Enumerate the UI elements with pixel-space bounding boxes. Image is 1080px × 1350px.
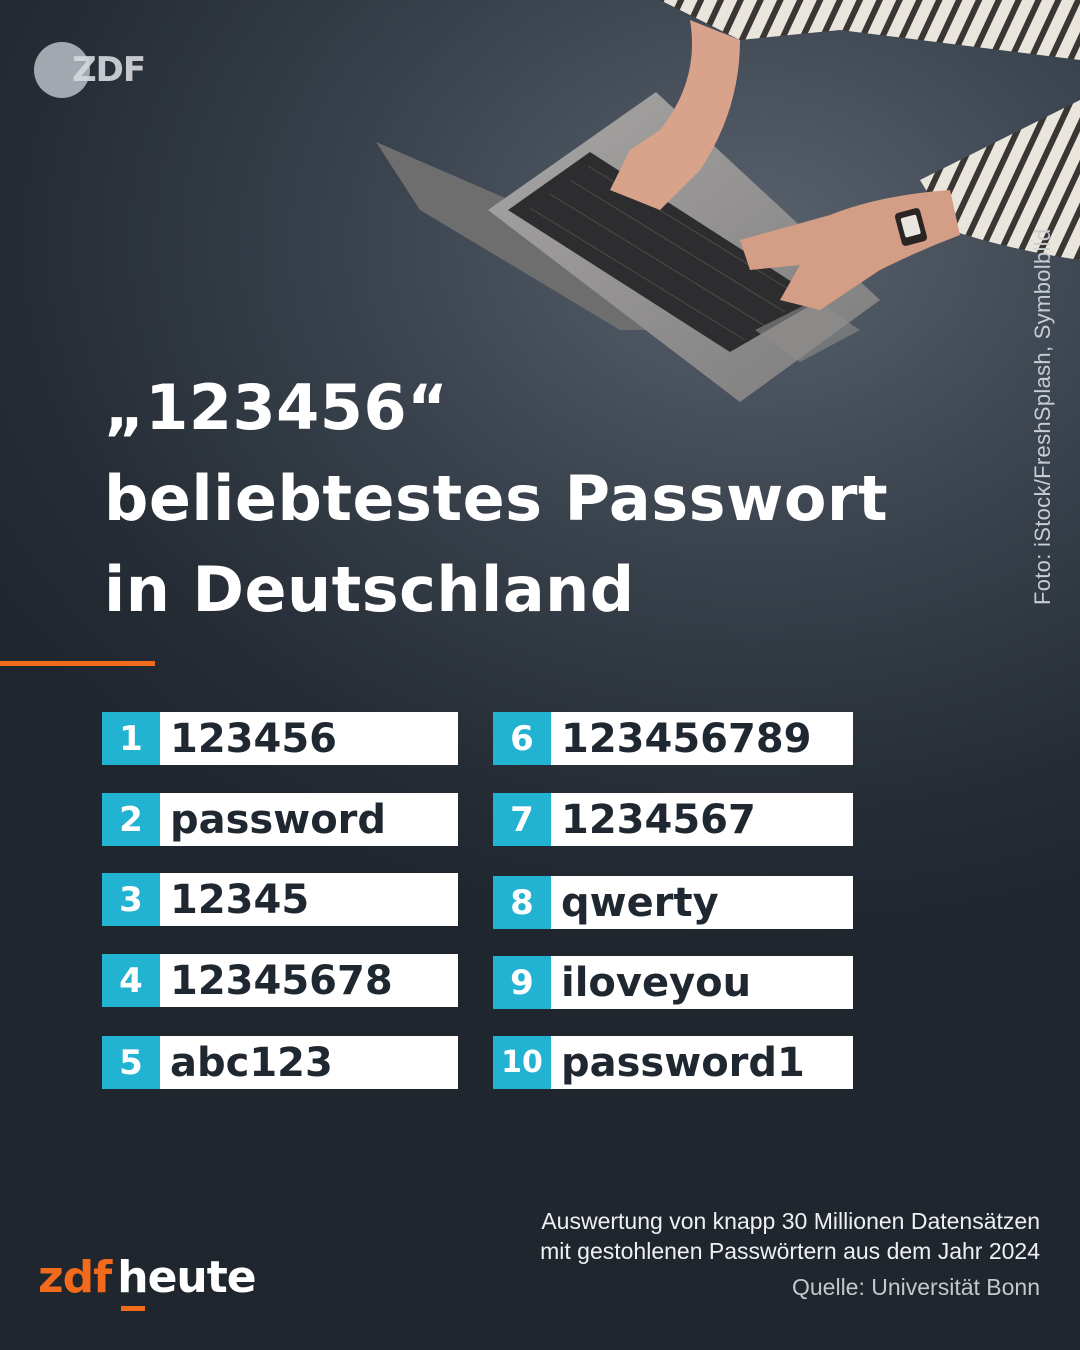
- ranking-item-10: 10 password1: [493, 1036, 853, 1089]
- rank-number: 6: [493, 712, 551, 765]
- zdf-logo: ZDF: [34, 40, 146, 100]
- headline-line-3: in Deutschland: [104, 553, 635, 626]
- brand-heute: heute: [117, 1252, 257, 1311]
- zdfheute-logo: zdf heute: [38, 1252, 257, 1311]
- brand-underline: [121, 1306, 146, 1311]
- ranking-item-2: 2 password: [102, 793, 458, 846]
- ranking-item-5: 5 abc123: [102, 1036, 458, 1089]
- rank-number: 2: [102, 793, 160, 846]
- rank-number: 4: [102, 954, 160, 1007]
- rank-password: iloveyou: [551, 956, 853, 1009]
- source-description-line-2: mit gestohlenen Passwörtern aus dem Jahr…: [540, 1238, 1040, 1264]
- rank-password: password1: [551, 1036, 853, 1089]
- ranking-item-9: 9 iloveyou: [493, 956, 853, 1009]
- ranking-item-6: 6 123456789: [493, 712, 853, 765]
- zdf-logo-text: ZDF: [72, 50, 146, 90]
- rank-password: 123456789: [551, 712, 853, 765]
- brand-zdf: zdf: [38, 1252, 112, 1303]
- ranking-item-3: 3 12345: [102, 873, 458, 926]
- source-description: Auswertung von knapp 30 Millionen Datens…: [540, 1206, 1040, 1266]
- ranking-item-8: 8 qwerty: [493, 876, 853, 929]
- laptop-photo: [376, 0, 1080, 402]
- ranking-item-4: 4 12345678: [102, 954, 458, 1007]
- source-credit: Quelle: Universität Bonn: [791, 1274, 1040, 1300]
- rank-password: qwerty: [551, 876, 853, 929]
- rank-password: 12345: [160, 873, 458, 926]
- photo-credit: Foto: iStock/FreshSplash, Symbolbild: [1030, 228, 1055, 605]
- ranking-item-7: 7 1234567: [493, 793, 853, 846]
- rank-number: 7: [493, 793, 551, 846]
- rank-number: 8: [493, 876, 551, 929]
- rank-password: 1234567: [551, 793, 853, 846]
- rank-password: 12345678: [160, 954, 458, 1007]
- accent-divider: [0, 661, 155, 666]
- headline: „123456“ beliebtestes Passwort in Deutsc…: [104, 362, 984, 635]
- rank-password: 123456: [160, 712, 458, 765]
- rank-password: password: [160, 793, 458, 846]
- infographic: ZDF Foto: iStock/FreshSplash, Symbolbild…: [0, 0, 1080, 1350]
- rank-number: 9: [493, 956, 551, 1009]
- headline-line-2: beliebtestes Passwort: [104, 462, 889, 535]
- rank-number: 5: [102, 1036, 160, 1089]
- rank-number: 10: [493, 1036, 551, 1089]
- rank-password: abc123: [160, 1036, 458, 1089]
- headline-line-1: „123456“: [104, 371, 449, 444]
- ranking-item-1: 1 123456: [102, 712, 458, 765]
- source-description-line-1: Auswertung von knapp 30 Millionen Datens…: [541, 1208, 1040, 1234]
- rank-number: 3: [102, 873, 160, 926]
- rank-number: 1: [102, 712, 160, 765]
